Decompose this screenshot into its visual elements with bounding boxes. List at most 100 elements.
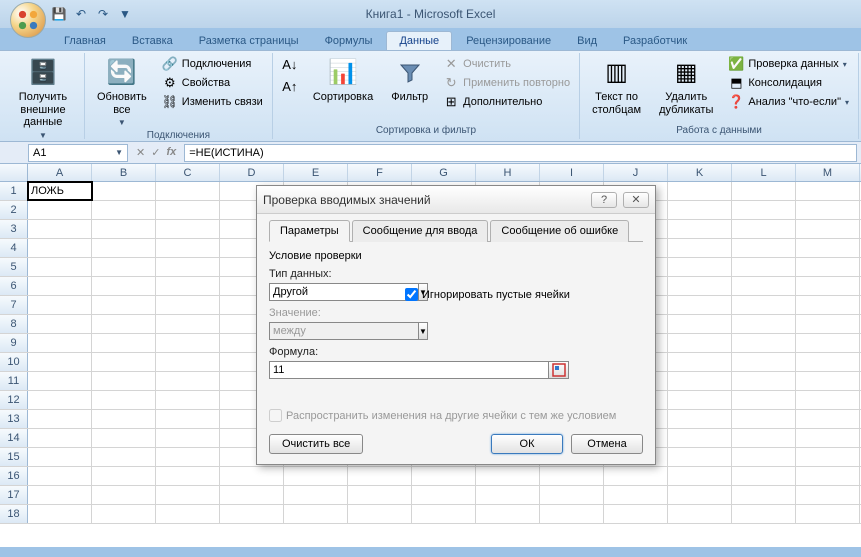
cell[interactable]: [92, 467, 156, 485]
cell[interactable]: [732, 182, 796, 200]
cell[interactable]: [220, 486, 284, 504]
filter-button[interactable]: Фильтр: [385, 55, 434, 106]
cell[interactable]: [540, 505, 604, 523]
cell[interactable]: [732, 505, 796, 523]
row-header[interactable]: 8: [0, 315, 28, 333]
sort-button[interactable]: 📊 Сортировка: [307, 55, 379, 106]
row-header[interactable]: 1: [0, 182, 28, 200]
row-header[interactable]: 18: [0, 505, 28, 523]
cell[interactable]: [156, 448, 220, 466]
sort-desc-button[interactable]: A↑: [279, 77, 301, 95]
clear-filter-button[interactable]: ✕Очистить: [440, 55, 573, 73]
cell[interactable]: [796, 372, 860, 390]
cell[interactable]: [796, 429, 860, 447]
cell[interactable]: [28, 334, 92, 352]
cell[interactable]: [732, 277, 796, 295]
cell[interactable]: [732, 220, 796, 238]
refresh-all-button[interactable]: 🔄 Обновить все ▼: [91, 55, 153, 129]
tab-developer[interactable]: Разработчик: [611, 32, 699, 50]
cell[interactable]: [92, 410, 156, 428]
cell[interactable]: [28, 448, 92, 466]
cell[interactable]: [796, 391, 860, 409]
cell[interactable]: [92, 277, 156, 295]
qat-dropdown-icon[interactable]: ▼: [116, 5, 134, 23]
row-header[interactable]: 9: [0, 334, 28, 352]
cell[interactable]: [92, 182, 156, 200]
tab-formulas[interactable]: Формулы: [313, 32, 385, 50]
cell[interactable]: [92, 505, 156, 523]
cell[interactable]: [28, 372, 92, 390]
cell[interactable]: [540, 486, 604, 504]
cell[interactable]: [284, 467, 348, 485]
cell[interactable]: [156, 372, 220, 390]
type-combo[interactable]: ▼: [269, 283, 389, 301]
ignore-blank-input[interactable]: [405, 288, 418, 301]
cell[interactable]: [796, 467, 860, 485]
confirm-edit-icon[interactable]: ✓: [151, 146, 160, 159]
cell[interactable]: [348, 486, 412, 504]
col-header[interactable]: L: [732, 164, 796, 181]
remove-duplicates-button[interactable]: ▦ Удалить дубликаты: [653, 55, 719, 118]
cell[interactable]: [156, 315, 220, 333]
cell[interactable]: [156, 277, 220, 295]
col-header[interactable]: H: [476, 164, 540, 181]
cell[interactable]: [28, 220, 92, 238]
tab-data[interactable]: Данные: [386, 31, 452, 50]
tab-home[interactable]: Главная: [52, 32, 118, 50]
row-header[interactable]: 11: [0, 372, 28, 390]
row-header[interactable]: 13: [0, 410, 28, 428]
row-header[interactable]: 2: [0, 201, 28, 219]
cell[interactable]: [28, 429, 92, 447]
cell[interactable]: [348, 467, 412, 485]
tab-insert[interactable]: Вставка: [120, 32, 185, 50]
cell[interactable]: [732, 201, 796, 219]
row-header[interactable]: 3: [0, 220, 28, 238]
cell[interactable]: [796, 334, 860, 352]
col-header[interactable]: B: [92, 164, 156, 181]
cell[interactable]: [796, 448, 860, 466]
close-button[interactable]: ✕: [623, 192, 649, 208]
cell[interactable]: [156, 486, 220, 504]
get-external-data-button[interactable]: 🗄️ Получить внешние данные ▼: [8, 55, 78, 142]
cell[interactable]: [28, 410, 92, 428]
cell[interactable]: [28, 296, 92, 314]
cell[interactable]: [668, 296, 732, 314]
cell[interactable]: [732, 353, 796, 371]
cell[interactable]: [668, 201, 732, 219]
cell[interactable]: [28, 486, 92, 504]
cell[interactable]: [796, 486, 860, 504]
cell[interactable]: [28, 239, 92, 257]
cell[interactable]: [796, 220, 860, 238]
cell[interactable]: [28, 391, 92, 409]
redo-icon[interactable]: ↷: [94, 5, 112, 23]
help-button[interactable]: ?: [591, 192, 617, 208]
reapply-button[interactable]: ↻Применить повторно: [440, 74, 573, 92]
cell[interactable]: [284, 505, 348, 523]
cell[interactable]: [28, 467, 92, 485]
cell[interactable]: [156, 353, 220, 371]
cell[interactable]: [28, 201, 92, 219]
cell[interactable]: [668, 391, 732, 409]
cell[interactable]: [28, 258, 92, 276]
cell[interactable]: [732, 467, 796, 485]
cell[interactable]: [412, 505, 476, 523]
dialog-tab-input[interactable]: Сообщение для ввода: [352, 220, 489, 242]
cell[interactable]: [668, 429, 732, 447]
cell[interactable]: [668, 448, 732, 466]
cell[interactable]: [92, 486, 156, 504]
name-box[interactable]: A1 ▼: [28, 144, 128, 162]
row-header[interactable]: 16: [0, 467, 28, 485]
cell[interactable]: [476, 467, 540, 485]
cell[interactable]: [28, 315, 92, 333]
cell[interactable]: [92, 201, 156, 219]
cell[interactable]: [156, 182, 220, 200]
connections-button[interactable]: 🔗Подключения: [159, 55, 266, 73]
cell[interactable]: [732, 296, 796, 314]
cell[interactable]: [732, 334, 796, 352]
cell[interactable]: [412, 486, 476, 504]
properties-button[interactable]: ⚙Свойства: [159, 74, 266, 92]
tab-view[interactable]: Вид: [565, 32, 609, 50]
cell[interactable]: [604, 467, 668, 485]
row-header[interactable]: 12: [0, 391, 28, 409]
cell[interactable]: [92, 372, 156, 390]
